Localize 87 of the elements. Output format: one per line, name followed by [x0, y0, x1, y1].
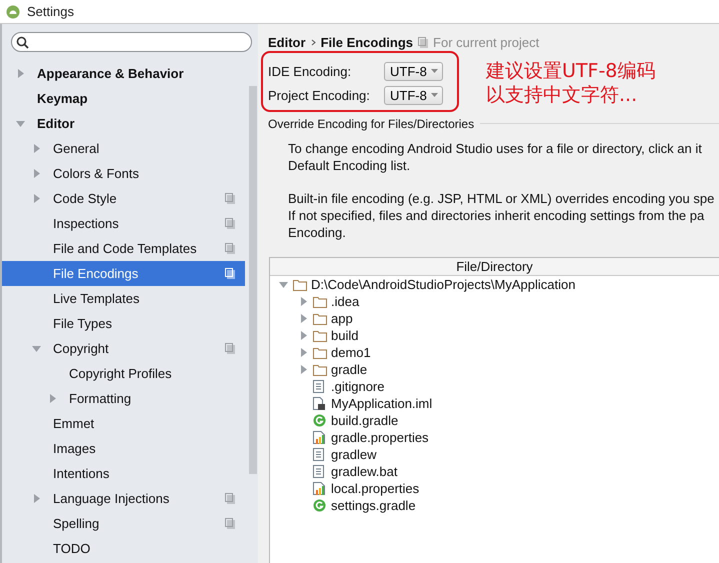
sidebar-item[interactable]: Code Style: [2, 186, 245, 211]
collapse-arrow-icon[interactable]: [32, 344, 41, 353]
text-file-icon: [313, 465, 324, 478]
help-text: Built-in file encoding (e.g. JSP, HTML or XML) overrides encoding you spe: [288, 190, 716, 207]
expand-arrow-icon[interactable]: [298, 314, 308, 323]
sidebar-item[interactable]: Language Injections: [2, 486, 245, 511]
round-badge-icon: [313, 499, 326, 512]
sidebar-item[interactable]: Inspections: [2, 211, 245, 236]
field-label: Project Encoding:: [268, 88, 371, 102]
sidebar-item[interactable]: Spelling: [2, 511, 245, 536]
file-name[interactable]: D:\Code\AndroidStudioProjects\MyApplication: [311, 277, 576, 292]
encoding-dropdown[interactable]: UTF-8: [384, 62, 443, 80]
breadcrumb-item: File Encodings: [320, 35, 414, 50]
file-name[interactable]: .idea: [331, 294, 360, 309]
file-name[interactable]: gradle: [331, 362, 368, 377]
sidebar-item[interactable]: Appearance & Behavior: [2, 61, 245, 86]
scrollbar-thumb[interactable]: [249, 86, 257, 474]
expand-arrow-icon[interactable]: [298, 365, 308, 374]
annotation-text: 以支持中文字符...: [486, 83, 638, 107]
scope-note: For current project: [433, 35, 540, 50]
round-badge-icon: [313, 414, 326, 427]
sidebar-item[interactable]: Editor: [2, 111, 245, 136]
expand-arrow-icon[interactable]: [32, 194, 41, 203]
file-name[interactable]: .gitignore: [331, 379, 384, 394]
file-name[interactable]: MyApplication.iml: [331, 396, 432, 411]
chart-file-icon: [313, 431, 325, 444]
file-name[interactable]: demo1: [331, 345, 371, 360]
folder-icon: [293, 278, 307, 290]
folder-icon: [313, 364, 327, 376]
module-file-icon: [313, 397, 325, 410]
file-name[interactable]: local.properties: [331, 481, 420, 496]
annotation-text: 建议设置UTF-8编码: [486, 59, 656, 83]
sidebar-item[interactable]: Formatting: [2, 386, 245, 411]
file-name[interactable]: gradlew.bat: [331, 464, 398, 479]
sidebar-item[interactable]: File Types: [2, 311, 245, 336]
chevron-icon: [310, 38, 316, 46]
sidebar-item[interactable]: Live Templates: [2, 286, 245, 311]
help-text: To change encoding Android Studio uses for a file or directory, click an it: [288, 140, 703, 157]
sidebar-item[interactable]: Emmet: [2, 411, 245, 436]
expand-arrow-icon[interactable]: [32, 494, 41, 503]
sidebar-item[interactable]: File and Code Templates: [2, 236, 245, 261]
expand-arrow-icon[interactable]: [16, 69, 25, 78]
expand-arrow-icon[interactable]: [32, 169, 41, 178]
file-name[interactable]: app: [331, 311, 353, 326]
file-name[interactable]: settings.gradle: [331, 498, 416, 513]
sidebar-item[interactable]: Colors & Fonts: [2, 161, 245, 186]
column-header[interactable]: File/Directory: [270, 258, 719, 276]
text-file-icon: [313, 448, 324, 461]
expand-arrow-icon[interactable]: [298, 331, 308, 340]
window-title: Settings: [27, 4, 74, 19]
collapse-arrow-icon[interactable]: [278, 280, 288, 289]
section-title: Override Encoding for Files/Directories: [268, 116, 474, 130]
folder-icon: [313, 346, 327, 358]
encoding-dropdown[interactable]: UTF-8: [384, 86, 443, 104]
dropdown-caret-icon: [430, 93, 438, 97]
breadcrumb-item: Editor: [268, 35, 306, 50]
expand-arrow-icon[interactable]: [32, 144, 41, 153]
folder-icon: [313, 330, 327, 342]
search-icon: [16, 36, 29, 48]
app-logo-icon: [6, 4, 20, 18]
sidebar-item[interactable]: General: [2, 136, 245, 161]
folder-icon: [313, 312, 327, 324]
sidebar-item[interactable]: Images: [2, 436, 245, 461]
sidebar-item[interactable]: Copyright Profiles: [2, 361, 245, 386]
sidebar-item[interactable]: Keymap: [2, 86, 245, 111]
sidebar-item[interactable]: Copyright: [2, 336, 245, 361]
copy-icon: [418, 37, 428, 48]
expand-arrow-icon[interactable]: [298, 348, 308, 357]
search-field[interactable]: [11, 32, 252, 52]
expand-arrow-icon[interactable]: [298, 297, 308, 306]
sidebar-item[interactable]: TODO: [2, 536, 245, 561]
file-name[interactable]: gradlew: [331, 447, 377, 462]
help-text: Default Encoding list.: [288, 157, 412, 174]
sidebar-item[interactable]: File Encodings: [2, 261, 245, 286]
expand-arrow-icon[interactable]: [48, 394, 57, 403]
text-file-icon: [313, 380, 324, 393]
sidebar-item[interactable]: Intentions: [2, 461, 245, 486]
help-text: Encoding.: [288, 224, 347, 241]
folder-icon: [313, 296, 327, 308]
chart-file-icon: [313, 482, 325, 495]
dropdown-caret-icon: [430, 69, 438, 73]
field-label: IDE Encoding:: [268, 64, 352, 78]
file-name[interactable]: build: [331, 328, 358, 343]
file-name[interactable]: build.gradle: [331, 413, 398, 428]
help-text: If not specified, files and directories inherit encoding settings from the pa: [288, 207, 706, 224]
collapse-arrow-icon[interactable]: [16, 119, 25, 128]
file-name[interactable]: gradle.properties: [331, 430, 429, 445]
